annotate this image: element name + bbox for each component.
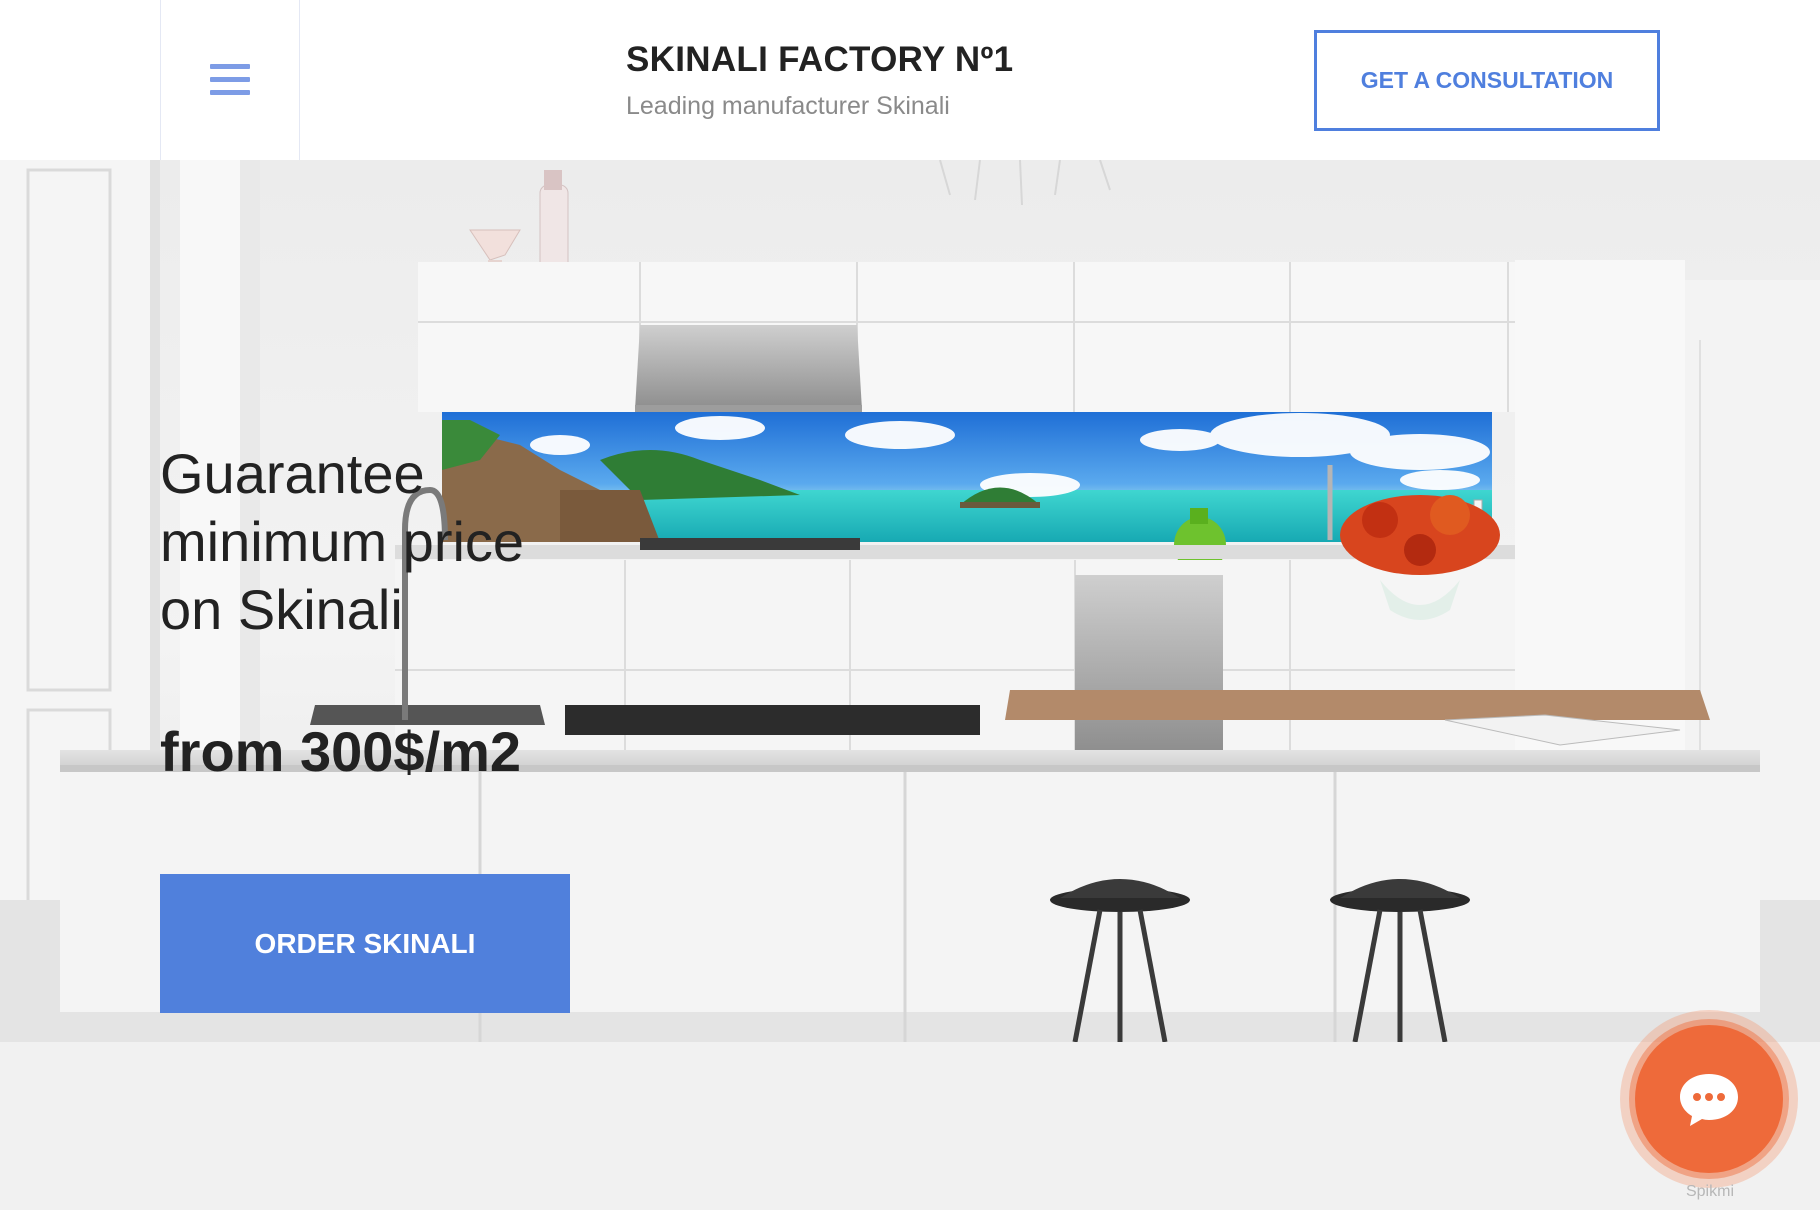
landing-page: SKINALI FACTORY Nº1 Leading manufacturer…	[0, 0, 1820, 1210]
headline-line: minimum price	[160, 510, 525, 573]
brand-title: SKINALI FACTORY Nº1	[626, 40, 1014, 79]
headline-line: on Skinali	[160, 578, 403, 641]
headline-line: Guarantee	[160, 442, 425, 505]
hero-section: Guarantee minimum price on Skinali from …	[0, 160, 1820, 1042]
hero-headline: Guarantee minimum price on Skinali	[160, 440, 660, 644]
site-header: SKINALI FACTORY Nº1 Leading manufacturer…	[0, 0, 1820, 160]
order-skinali-button[interactable]: ORDER SKINALI	[160, 874, 570, 1013]
chat-bubble-icon	[1680, 1074, 1738, 1126]
chat-widget-label: Spikmi	[1685, 1183, 1734, 1200]
content-area	[0, 1042, 1820, 1210]
price-text: from 300$/m2	[160, 720, 522, 783]
menu-button[interactable]	[160, 0, 300, 160]
brand-subtitle: Leading manufacturer Skinali	[626, 92, 950, 120]
brand: SKINALI FACTORY Nº1 Leading manufacturer…	[626, 38, 1013, 124]
chat-widget-button[interactable]	[1620, 1010, 1798, 1188]
get-consultation-button[interactable]: GET A CONSULTATION	[1314, 30, 1660, 131]
chat-widget-circle[interactable]	[1635, 1025, 1783, 1173]
hamburger-menu-icon[interactable]	[210, 62, 250, 98]
